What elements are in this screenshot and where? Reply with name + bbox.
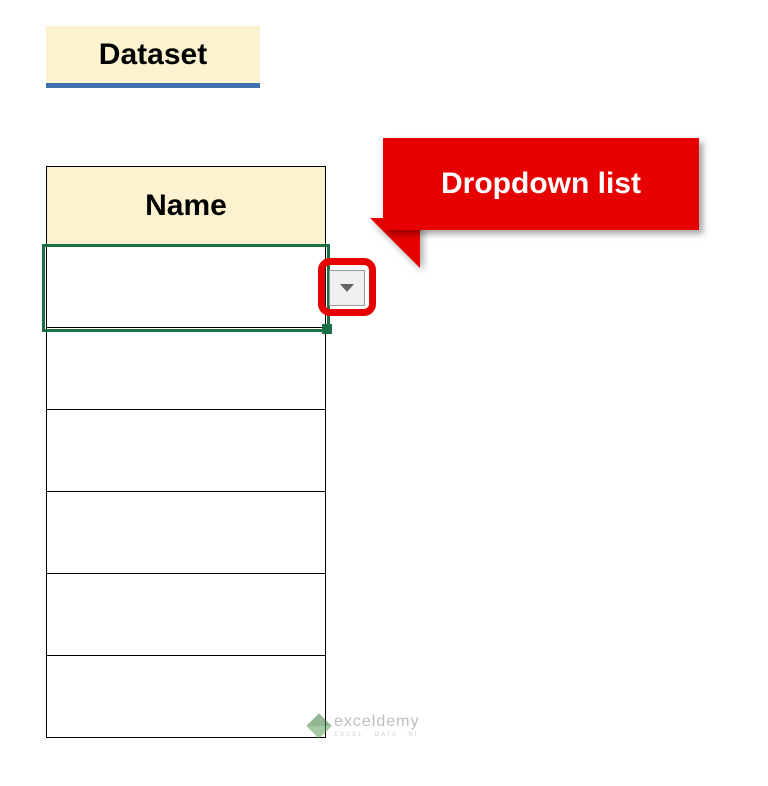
watermark: exceldemy EXCEL · DATA · BI bbox=[310, 714, 419, 738]
table-row[interactable] bbox=[46, 328, 326, 410]
table-row[interactable] bbox=[46, 656, 326, 738]
watermark-logo-icon bbox=[306, 713, 331, 738]
watermark-tagline: EXCEL · DATA · BI bbox=[334, 732, 419, 738]
dataset-heading: Dataset bbox=[46, 26, 260, 88]
column-header-name[interactable]: Name bbox=[46, 166, 326, 246]
table-row[interactable] bbox=[46, 492, 326, 574]
table-row[interactable] bbox=[46, 574, 326, 656]
callout-box: Dropdown list bbox=[383, 138, 699, 230]
watermark-text: exceldemy EXCEL · DATA · BI bbox=[334, 714, 419, 738]
fill-handle[interactable] bbox=[322, 324, 332, 334]
table-row[interactable] bbox=[46, 410, 326, 492]
callout-label: Dropdown list bbox=[441, 167, 641, 201]
watermark-brand: exceldemy bbox=[334, 714, 419, 730]
selected-cell-outline[interactable] bbox=[42, 244, 330, 332]
